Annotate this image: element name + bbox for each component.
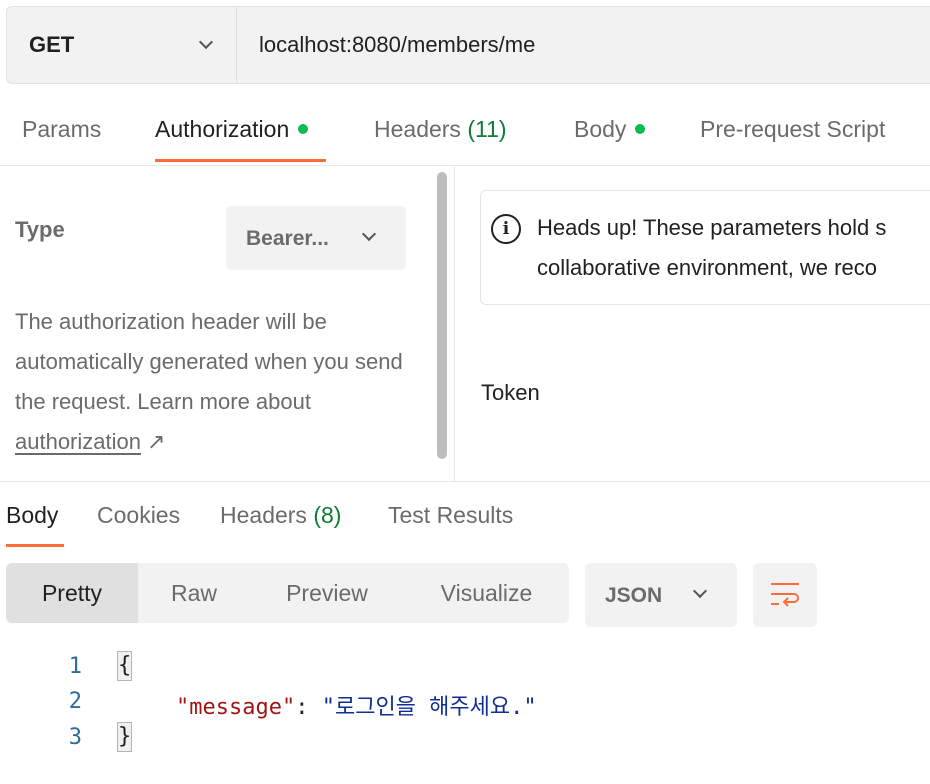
- heads-up-notice: i Heads up! These parameters hold s coll…: [480, 190, 930, 305]
- view-pretty-button[interactable]: Pretty: [6, 563, 138, 623]
- tab-prerequest-script[interactable]: Pre-request Script: [700, 116, 885, 143]
- json-line: "message": "로그인을 해주세요.": [176, 689, 537, 721]
- method-dropdown[interactable]: GET: [7, 7, 237, 83]
- url-input[interactable]: localhost:8080/members/me: [259, 32, 535, 58]
- auth-type-dropdown[interactable]: Bearer...: [226, 206, 406, 270]
- view-preview-button[interactable]: Preview: [250, 563, 404, 623]
- response-tab-cookies[interactable]: Cookies: [97, 502, 180, 529]
- response-tab-body[interactable]: Body: [6, 502, 58, 529]
- active-response-tab-indicator: [6, 544, 64, 547]
- tab-headers[interactable]: Headers (11): [374, 116, 507, 143]
- request-tabs: Params Authorization Headers (11) Body P…: [0, 100, 930, 166]
- request-url-bar: GET localhost:8080/members/me: [6, 6, 930, 84]
- postman-window: GET localhost:8080/members/me Params Aut…: [0, 0, 930, 784]
- json-key: "message": [176, 695, 296, 720]
- auth-description-text: The authorization header will be automat…: [15, 309, 403, 414]
- response-tab-headers-label: Headers: [220, 502, 307, 528]
- auth-type-label: Type: [15, 217, 65, 242]
- open-brace: {: [117, 651, 132, 681]
- section-divider: [0, 481, 930, 482]
- token-label: Token: [481, 380, 540, 405]
- view-raw-button[interactable]: Raw: [138, 563, 250, 623]
- json-string-value: "로그인을 해주세요.": [321, 695, 537, 720]
- headers-count: (11): [467, 116, 507, 142]
- line-number: 3: [68, 725, 82, 750]
- format-value: JSON: [605, 584, 663, 607]
- method-label: GET: [29, 32, 75, 57]
- active-dot-icon: [298, 123, 309, 134]
- auth-type-panel: Type Bearer... The authorization header …: [0, 167, 455, 481]
- chevron-down-icon: [198, 34, 214, 50]
- panel-scrollbar[interactable]: [437, 172, 447, 459]
- wrap-lines-icon: [771, 583, 799, 607]
- chevron-down-icon: [361, 226, 377, 242]
- tab-authorization[interactable]: Authorization: [155, 116, 309, 143]
- notice-line-1: Heads up! These parameters hold s: [537, 215, 887, 240]
- format-dropdown[interactable]: JSON: [585, 563, 737, 627]
- json-colon: :: [295, 695, 322, 720]
- active-tab-indicator: [155, 159, 326, 162]
- notice-line-2: collaborative environment, we reco: [537, 255, 877, 280]
- auth-type-value: Bearer...: [246, 227, 329, 250]
- info-icon: i: [491, 214, 521, 244]
- response-headers-count: (8): [313, 502, 342, 528]
- line-number: 1: [68, 654, 82, 679]
- tab-body[interactable]: Body: [574, 116, 646, 143]
- wrap-lines-button[interactable]: [753, 563, 817, 627]
- tab-body-label: Body: [574, 116, 627, 142]
- view-mode-group: Pretty Raw Preview Visualize: [6, 563, 569, 623]
- active-dot-icon: [635, 123, 646, 134]
- tab-params[interactable]: Params: [22, 116, 101, 143]
- chevron-down-icon: [692, 583, 708, 599]
- tab-headers-label: Headers: [374, 116, 461, 142]
- close-brace: }: [117, 722, 132, 752]
- response-tab-test-results[interactable]: Test Results: [388, 502, 513, 529]
- authorization-link[interactable]: authorization: [15, 429, 141, 454]
- line-number: 2: [68, 689, 82, 714]
- response-tab-headers[interactable]: Headers (8): [220, 502, 341, 529]
- tab-authorization-label: Authorization: [155, 116, 290, 142]
- auth-description: The authorization header will be automat…: [15, 302, 425, 462]
- external-link-icon: ↗: [146, 429, 166, 454]
- view-visualize-button[interactable]: Visualize: [404, 563, 569, 623]
